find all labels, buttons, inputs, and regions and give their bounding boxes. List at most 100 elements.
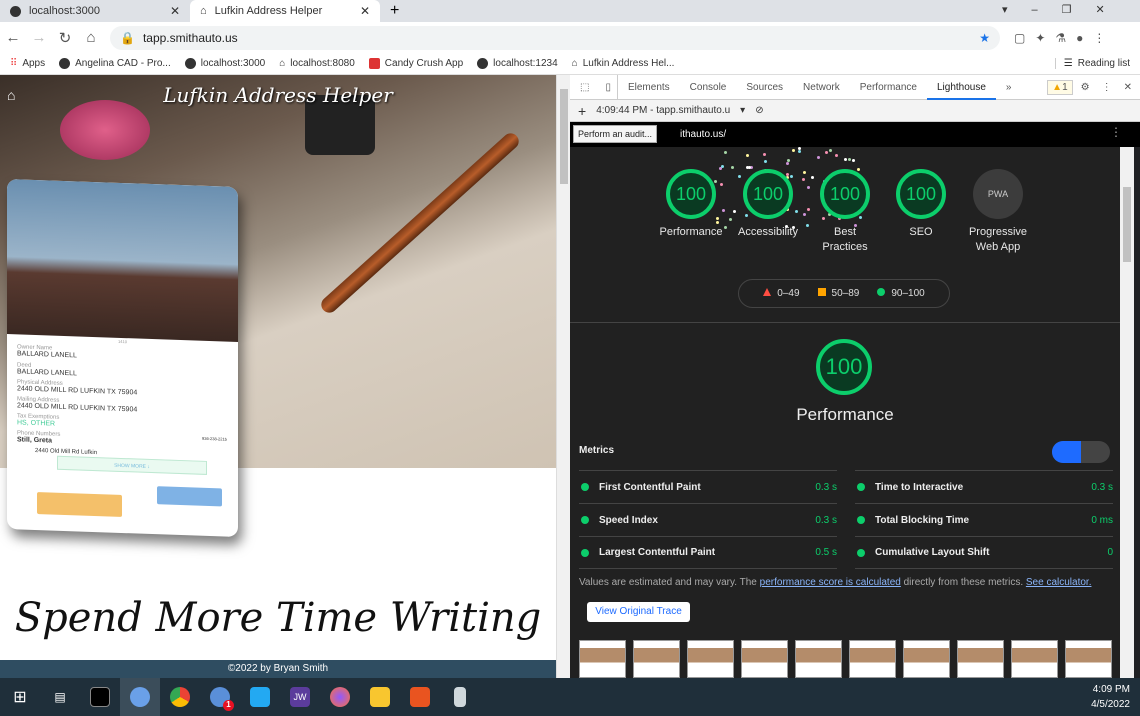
tab-sources[interactable]: Sources xyxy=(736,75,793,100)
filmstrip-frame xyxy=(849,640,896,678)
inspect-icon[interactable]: ⬚ xyxy=(570,75,599,100)
close-tab-icon[interactable]: ✕ xyxy=(170,4,180,18)
new-tab-button[interactable]: + xyxy=(390,2,399,20)
chrome-icon[interactable] xyxy=(160,678,200,716)
clear-icon[interactable]: ⊘ xyxy=(755,105,763,116)
tab-network[interactable]: Network xyxy=(793,75,850,100)
settings-gear-icon[interactable]: ⚙ xyxy=(1073,82,1098,93)
system-clock[interactable]: 4:09 PM 4/5/2022 xyxy=(1091,682,1130,712)
warnings-badge[interactable]: ▲1 xyxy=(1047,79,1073,95)
bookmark-apps[interactable]: ⠿ Apps xyxy=(10,58,45,69)
filmstrip-frame xyxy=(957,640,1004,678)
bookmark-label: Lufkin Address Hel... xyxy=(582,58,675,69)
confetti-particle xyxy=(829,148,833,152)
confetti-particle xyxy=(762,153,766,157)
tab-performance[interactable]: Performance xyxy=(850,75,927,100)
square-icon xyxy=(817,288,826,296)
url-text: tapp.smithauto.us xyxy=(142,30,238,45)
file-explorer-icon[interactable] xyxy=(360,678,400,716)
score-pwa[interactable]: PWA Progressive Web App xyxy=(963,169,1033,255)
close-tab-icon[interactable]: ✕ xyxy=(360,4,370,18)
warning-icon: ▲ xyxy=(1052,81,1063,93)
close-devtools-icon[interactable]: ✕ xyxy=(1116,82,1140,93)
calculator-link[interactable]: See calculator. xyxy=(1026,577,1092,588)
lighthouse-report: 100 Performance 100 Accessibility 100 Best … xyxy=(570,147,1120,678)
tab-localhost[interactable]: localhost:3000 ✕ xyxy=(0,0,190,22)
phone-address: 2440 Old Mill Rd Lufkin xyxy=(35,447,98,457)
confetti-particle xyxy=(722,208,726,212)
bookmark-angelina[interactable]: Angelina CAD - Pro... xyxy=(59,58,171,69)
task-view-icon[interactable]: ▤ xyxy=(40,678,80,716)
candy-icon xyxy=(368,58,380,69)
compact-view-icon xyxy=(1052,441,1081,463)
vscode-icon[interactable] xyxy=(240,678,280,716)
url-input[interactable]: 🔒 tapp.smithauto.us ★ xyxy=(110,25,1000,50)
kebab-menu-icon[interactable]: ⋮ xyxy=(1098,82,1116,93)
more-tabs-button[interactable]: » xyxy=(996,75,1022,100)
show-more-button: SHOW MORE ↓ xyxy=(57,455,207,475)
start-button[interactable]: ⊞ xyxy=(0,678,40,716)
scrollbar-thumb[interactable] xyxy=(560,89,568,184)
tool-icon[interactable] xyxy=(440,678,480,716)
reload-icon[interactable]: ↻ xyxy=(52,29,78,47)
metrics-view-toggle[interactable] xyxy=(1052,441,1110,463)
terminal-icon[interactable] xyxy=(80,678,120,716)
metric-speed-index: Speed Index 0.3 s xyxy=(579,503,837,536)
report-scrollbar[interactable] xyxy=(1120,147,1134,678)
confetti-particle xyxy=(786,162,790,166)
confetti-particle xyxy=(724,151,728,154)
extensions-icons[interactable]: ▢✦⚗●⋮ xyxy=(1014,31,1115,45)
house-icon: ⌂ xyxy=(279,58,286,69)
apps-grid-icon: ⠿ xyxy=(10,58,18,69)
confetti-particle xyxy=(810,175,814,179)
tab-elements[interactable]: Elements xyxy=(618,75,680,100)
bookmark-localhost-1234[interactable]: localhost:1234 xyxy=(477,58,558,69)
bookmark-candy-crush[interactable]: Candy Crush App xyxy=(368,58,463,69)
score-accessibility[interactable]: 100 Accessibility xyxy=(738,169,798,240)
house-icon: ⌂ xyxy=(200,5,207,17)
app-with-badge-icon[interactable]: 1 xyxy=(200,678,240,716)
confetti-particle xyxy=(798,149,802,153)
view-trace-button[interactable]: View Original Trace xyxy=(587,602,690,622)
tab-lighthouse[interactable]: Lighthouse xyxy=(926,75,996,100)
firefox-icon[interactable] xyxy=(320,678,360,716)
confetti-particle xyxy=(786,159,790,163)
window-controls[interactable]: ▾–❐✕ xyxy=(1002,3,1129,16)
filmstrip-frame xyxy=(741,640,788,678)
confetti-particle xyxy=(844,157,848,161)
score-calculated-link[interactable]: performance score is calculated xyxy=(760,577,901,588)
new-audit-button[interactable]: + xyxy=(578,103,586,119)
bookmark-label: localhost:3000 xyxy=(200,58,266,69)
performance-title: Performance xyxy=(796,405,894,424)
star-icon[interactable]: ★ xyxy=(979,31,990,45)
dropdown-arrow-icon[interactable]: ▾ xyxy=(740,105,745,116)
theater-image xyxy=(7,178,238,343)
reading-list-icon: ☰ xyxy=(1063,58,1073,69)
score-performance[interactable]: 100 Performance xyxy=(660,169,722,240)
report-select[interactable]: 4:09:44 PM - tapp.smithauto.u xyxy=(596,105,730,116)
report-menu-icon[interactable]: ⋮ xyxy=(1110,125,1122,139)
scrollbar-thumb[interactable] xyxy=(1123,187,1131,262)
page-scrollbar[interactable] xyxy=(556,75,570,678)
bookmark-localhost-8080[interactable]: ⌂ localhost:8080 xyxy=(279,58,355,69)
device-toggle-icon[interactable]: ▯ xyxy=(599,74,618,100)
tab-lufkin[interactable]: ⌂ Lufkin Address Helper ✕ xyxy=(190,0,380,22)
filmstrip-frame xyxy=(579,640,626,678)
bookmark-lufkin[interactable]: ⌂ Lufkin Address Hel... xyxy=(572,58,675,69)
back-icon[interactable]: ← xyxy=(0,29,26,46)
bookmark-localhost-3000[interactable]: localhost:3000 xyxy=(184,58,266,69)
forward-icon[interactable]: → xyxy=(26,29,52,46)
metrics-heading: Metrics xyxy=(579,445,615,456)
filmstrip-frame xyxy=(633,640,680,678)
jw-icon[interactable]: JW xyxy=(280,678,320,716)
reading-list-button[interactable]: ☰ Reading list xyxy=(1054,58,1130,69)
home-icon[interactable]: ⌂ xyxy=(78,29,104,46)
ubuntu-icon[interactable] xyxy=(400,678,440,716)
chromium-icon[interactable] xyxy=(120,678,160,716)
score-seo[interactable]: 100 SEO xyxy=(894,169,948,240)
score-best-practices[interactable]: 100 Best Practices xyxy=(818,169,872,255)
site-title: Lufkin Address Helper xyxy=(163,83,393,107)
metric-tti: Time to Interactive 0.3 s xyxy=(855,470,1113,503)
tab-strip: localhost:3000 ✕ ⌂ Lufkin Address Helper… xyxy=(0,0,1140,22)
tab-console[interactable]: Console xyxy=(680,75,737,100)
